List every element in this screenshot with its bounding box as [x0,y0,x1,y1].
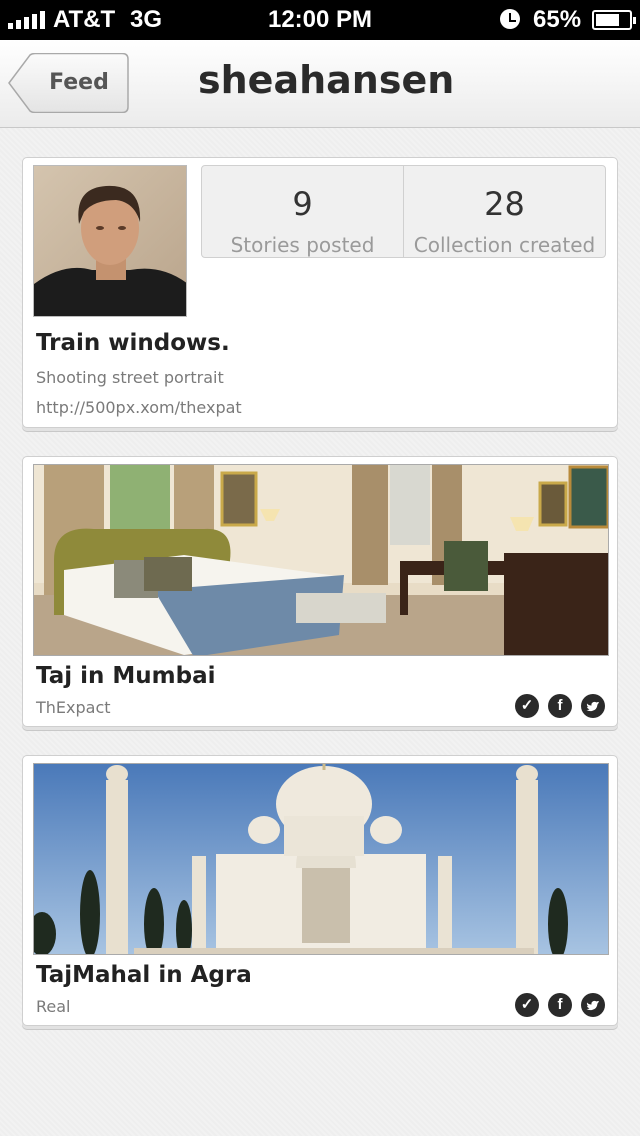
story-title[interactable]: TajMahal in Agra [36,962,252,988]
profile-stats: 9 Stories posted 28 Collection created [201,165,606,258]
stat-label: Collection created [413,233,596,257]
story-card[interactable]: Taj in Mumbai ThExpact ✓ f [22,456,618,727]
share-icons: ✓ f [515,993,605,1017]
alarm-icon [500,9,520,29]
facebook-icon[interactable]: f [548,694,572,718]
status-bar: AT&T 3G 12:00 PM 65% [0,0,640,40]
profile-link[interactable]: http://500px.xom/thexpat [36,398,242,417]
page-title: sheahansen [198,58,455,102]
story-source: ThExpact [36,698,111,717]
story-image[interactable] [33,464,609,656]
collection-created-stat[interactable]: 28 Collection created [403,166,605,257]
twitter-icon[interactable] [581,694,605,718]
back-button-label: Feed [49,70,109,95]
story-source: Real [36,997,71,1016]
twitter-icon[interactable] [581,993,605,1017]
avatar[interactable] [33,165,187,317]
story-title[interactable]: Taj in Mumbai [36,663,216,689]
check-icon[interactable]: ✓ [515,993,539,1017]
check-icon[interactable]: ✓ [515,694,539,718]
story-image[interactable] [33,763,609,955]
battery-percentage: 65% [533,6,582,33]
profile-description: Shooting street portrait [36,368,224,387]
facebook-icon[interactable]: f [548,993,572,1017]
share-icons: ✓ f [515,694,605,718]
stat-value: 28 [484,185,525,223]
navigation-bar: Feed sheahansen [0,40,640,128]
story-card[interactable]: TajMahal in Agra Real ✓ f [22,755,618,1026]
stat-label: Stories posted [230,233,375,257]
stat-value: 9 [292,185,313,223]
feed-back-button[interactable]: Feed [8,53,129,113]
stories-posted-stat[interactable]: 9 Stories posted [202,166,403,257]
profile-headline: Train windows. [36,330,230,356]
battery-icon [592,10,636,30]
profile-card: 9 Stories posted 28 Collection created T… [22,157,618,428]
